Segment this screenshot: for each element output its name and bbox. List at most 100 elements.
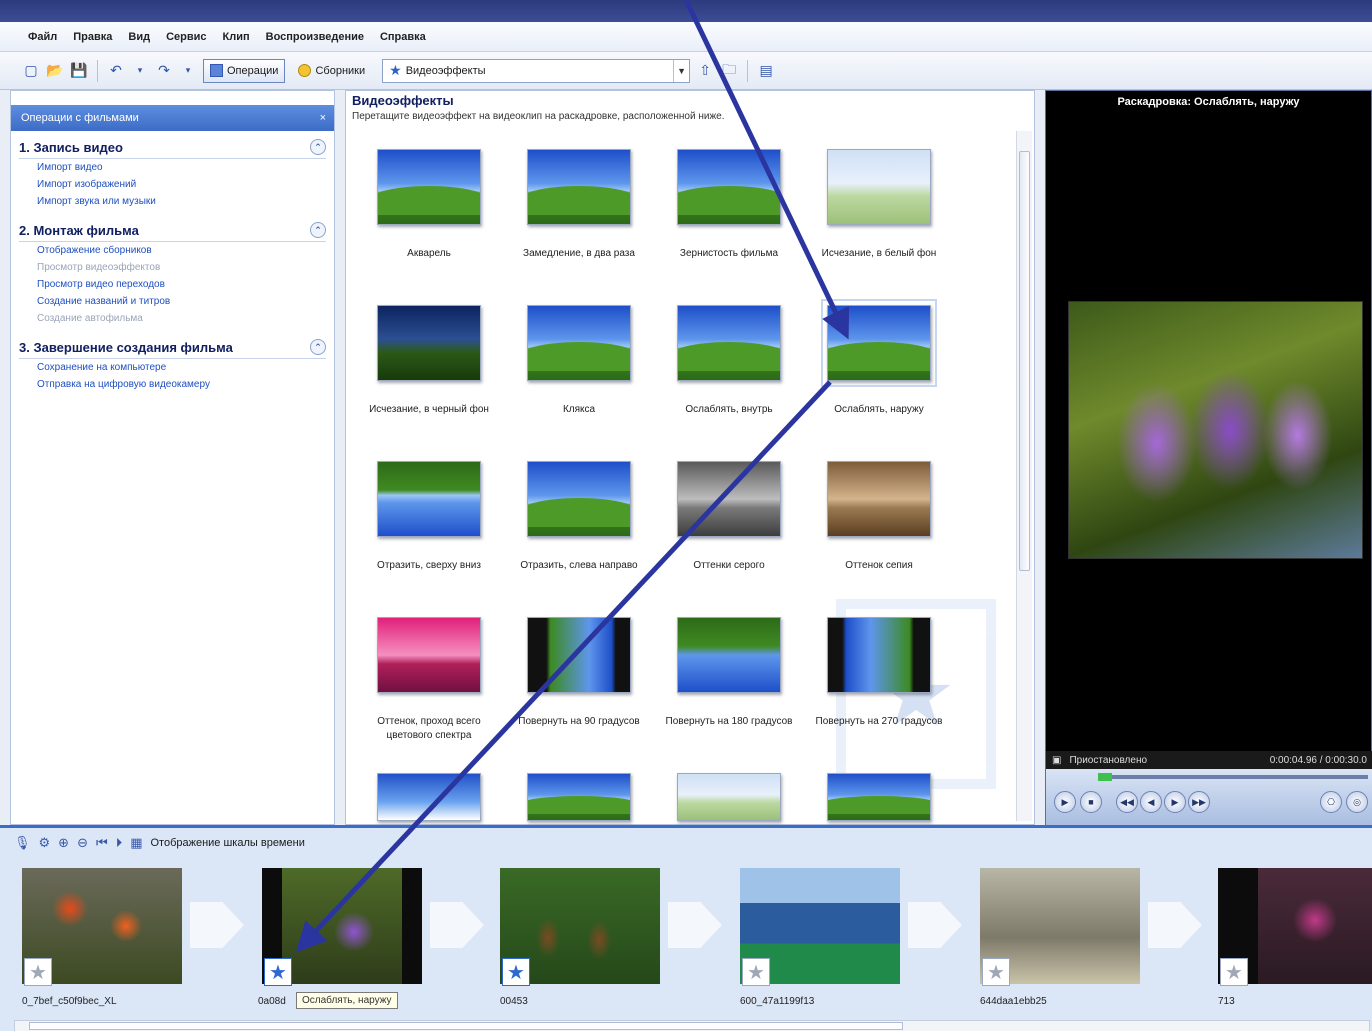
effect-thumbnail[interactable] <box>827 461 931 537</box>
effect-item[interactable]: Исчезание, в белый фон <box>804 137 954 293</box>
collection-combo[interactable]: ★ Видеоэффекты ▼ <box>382 58 691 83</box>
effect-thumbnail[interactable] <box>527 773 631 821</box>
effect-item[interactable]: Оттенки серого <box>654 449 804 605</box>
task-group-title[interactable]: 2. Монтаж фильма ⌃ <box>19 222 326 242</box>
transition-slot[interactable] <box>908 902 962 948</box>
effect-thumbnail[interactable] <box>821 299 937 387</box>
effect-item[interactable]: Отразить, сверху вниз <box>354 449 504 605</box>
storyboard-clip[interactable]: ★ <box>22 868 182 986</box>
effect-item[interactable]: Замедление, в два раза <box>504 137 654 293</box>
scrollbar-thumb[interactable] <box>29 1022 903 1030</box>
task-link-import-video[interactable]: Импорт видео <box>19 159 326 176</box>
storyboard-clip[interactable]: ★ <box>500 868 660 986</box>
menu-playback[interactable]: Воспроизведение <box>266 31 364 43</box>
effect-item[interactable]: Оттенок, проход всего цветового спектра <box>354 605 504 761</box>
previous-frame-icon[interactable]: ◀◀ <box>1116 791 1138 813</box>
effect-thumbnail[interactable] <box>377 461 481 537</box>
transition-slot[interactable] <box>190 902 244 948</box>
effect-star-icon[interactable]: ★ <box>742 958 770 986</box>
undo-icon[interactable]: ↶ <box>107 62 125 80</box>
effect-thumbnail[interactable] <box>377 149 481 225</box>
effect-item[interactable]: Повернуть на 90 градусов <box>504 605 654 761</box>
effect-thumbnail[interactable] <box>527 149 631 225</box>
zoom-in-icon[interactable]: ⊕ <box>58 835 69 851</box>
snapshot-icon[interactable]: ◎ <box>1346 791 1368 813</box>
effect-star-icon[interactable]: ★ <box>24 958 52 986</box>
undo-dropdown-icon[interactable]: ▾ <box>131 62 149 80</box>
task-group-title[interactable]: 1. Запись видео ⌃ <box>19 139 326 159</box>
operations-button[interactable]: Операции <box>203 58 286 83</box>
task-link-make-titles[interactable]: Создание названий и титров <box>19 293 326 310</box>
effect-star-icon[interactable]: ★ <box>1220 958 1248 986</box>
effect-thumbnail[interactable] <box>527 461 631 537</box>
effect-thumbnail[interactable] <box>827 617 931 693</box>
storyboard-clip[interactable]: ★ <box>1218 868 1372 986</box>
timeline-icon[interactable]: ▦ <box>130 835 142 851</box>
task-link-view-transitions[interactable]: Просмотр видео переходов <box>19 276 326 293</box>
effect-item[interactable]: Клякса <box>504 293 654 449</box>
task-link-save-to-computer[interactable]: Сохранение на компьютере <box>19 359 326 376</box>
collapse-icon[interactable]: ⌃ <box>310 222 326 238</box>
effect-thumbnail[interactable] <box>677 149 781 225</box>
chevron-down-icon[interactable]: ▼ <box>673 59 689 82</box>
effect-item[interactable] <box>504 761 654 821</box>
menu-file[interactable]: Файл <box>28 31 57 43</box>
task-link-import-audio[interactable]: Импорт звука или музыки <box>19 193 326 210</box>
effect-item[interactable]: Повернуть на 270 градусов <box>804 605 954 761</box>
task-link-import-pictures[interactable]: Импорт изображений <box>19 176 326 193</box>
effect-thumbnail[interactable] <box>377 617 481 693</box>
collapse-icon[interactable]: ⌃ <box>310 139 326 155</box>
effects-scrollbar[interactable] <box>1016 131 1032 821</box>
menu-tools[interactable]: Сервис <box>166 31 206 43</box>
effect-star-icon[interactable]: ★ <box>502 958 530 986</box>
save-project-icon[interactable]: 💾 <box>70 62 88 80</box>
menu-edit[interactable]: Правка <box>73 31 112 43</box>
views-icon[interactable]: ▤ <box>757 62 775 80</box>
up-folder-icon[interactable]: ⇧ <box>696 62 714 80</box>
transition-slot[interactable] <box>430 902 484 948</box>
collapse-icon[interactable]: ⌃ <box>310 339 326 355</box>
effect-item[interactable]: Акварель <box>354 137 504 293</box>
effect-star-icon[interactable]: ★ <box>982 958 1010 986</box>
effect-thumbnail[interactable] <box>377 305 481 381</box>
effect-thumbnail[interactable] <box>677 305 781 381</box>
effect-thumbnail[interactable] <box>377 773 481 821</box>
seek-bar[interactable] <box>1098 773 1368 781</box>
split-clip-icon[interactable]: ⎔ <box>1320 791 1342 813</box>
effect-item[interactable]: Оттенок сепия <box>804 449 954 605</box>
new-folder-icon[interactable]: 🗀 <box>720 61 738 80</box>
effect-item[interactable]: Исчезание, в черный фон <box>354 293 504 449</box>
effect-thumbnail[interactable] <box>827 773 931 821</box>
open-project-icon[interactable]: 📂 <box>46 62 64 80</box>
collections-button[interactable]: Сборники <box>291 59 372 83</box>
effect-item-selected[interactable]: Ослаблять, наружу <box>804 293 954 449</box>
audio-levels-icon[interactable]: ⚙ <box>39 835 51 851</box>
play-icon[interactable]: ▶ <box>1054 791 1076 813</box>
effect-thumbnail[interactable] <box>677 773 781 821</box>
scrollbar-thumb[interactable] <box>1019 151 1030 571</box>
effect-star-icon[interactable]: ★ <box>264 958 292 986</box>
effect-item[interactable]: Зернистость фильма <box>654 137 804 293</box>
storyboard-clip[interactable]: ★ <box>262 868 422 986</box>
effect-item[interactable] <box>804 761 954 821</box>
effect-item[interactable]: Ослаблять, внутрь <box>654 293 804 449</box>
effect-thumbnail[interactable] <box>677 461 781 537</box>
play-storyboard-icon[interactable]: ⏵ <box>116 835 123 851</box>
effect-item[interactable] <box>654 761 804 821</box>
redo-dropdown-icon[interactable]: ▾ <box>179 62 197 80</box>
menu-help[interactable]: Справка <box>380 31 426 43</box>
transition-slot[interactable] <box>1148 902 1202 948</box>
zoom-out-icon[interactable]: ⊖ <box>77 835 88 851</box>
rewind-storyboard-icon[interactable]: ⏮ <box>96 835 108 851</box>
effect-thumbnail[interactable] <box>527 617 631 693</box>
menu-clip[interactable]: Клип <box>223 31 250 43</box>
storyboard-scrollbar[interactable] <box>14 1020 1370 1031</box>
storyboard-clip[interactable]: ★ <box>740 868 900 986</box>
effect-thumbnail[interactable] <box>827 149 931 225</box>
new-project-icon[interactable]: ▢ <box>22 62 40 80</box>
next-frame-icon[interactable]: ▶▶ <box>1188 791 1210 813</box>
menu-view[interactable]: Вид <box>128 31 150 43</box>
storyboard-clip[interactable]: ★ <box>980 868 1140 986</box>
effect-thumbnail[interactable] <box>677 617 781 693</box>
effect-thumbnail[interactable] <box>527 305 631 381</box>
